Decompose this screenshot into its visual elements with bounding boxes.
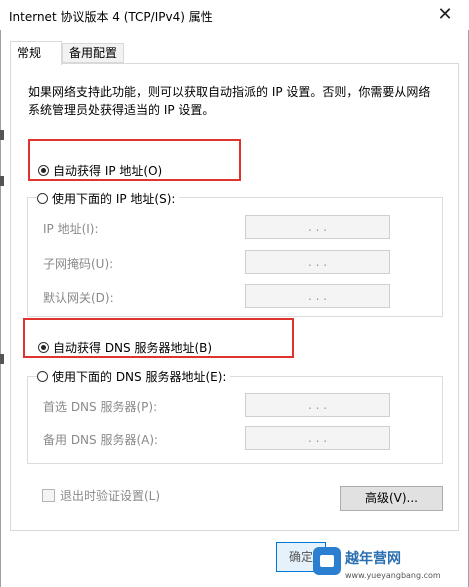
ip-address-input[interactable]: . . . [245, 215, 390, 239]
tab-alternate-config[interactable]: 备用配置 [62, 43, 124, 63]
subnet-mask-label: 子网掩码(U): [43, 257, 114, 271]
title-bar: Internet 协议版本 4 (TCP/IPv4) 属性 ✕ [0, 0, 469, 30]
default-gateway-label: 默认网关(D): [43, 291, 114, 305]
alternate-dns-input[interactable]: . . . [245, 426, 390, 450]
preferred-dns-label: 首选 DNS 服务器(P): [43, 400, 158, 414]
advanced-button[interactable]: 高级(V)... [340, 486, 443, 511]
radio-manual-dns-label: 使用下面的 DNS 服务器地址(E): [52, 370, 227, 384]
ip-address-label: IP 地址(I): [43, 222, 99, 236]
window-title: Internet 协议版本 4 (TCP/IPv4) 属性 [9, 10, 213, 24]
alternate-dns-label: 备用 DNS 服务器(A): [43, 433, 159, 447]
background-window-edge [0, 176, 4, 186]
radio-unselected-icon [37, 371, 48, 382]
default-gateway-input[interactable]: . . . [245, 284, 390, 308]
close-button[interactable]: ✕ [430, 3, 460, 27]
radio-manual-ip-label: 使用下面的 IP 地址(S): [52, 192, 176, 206]
validate-on-exit-label: 退出时验证设置(L) [60, 489, 161, 503]
background-window-edge [0, 354, 4, 364]
radio-manual-ip[interactable]: 使用下面的 IP 地址(S): [37, 190, 180, 207]
radio-unselected-icon [37, 193, 48, 204]
validate-on-exit-checkbox[interactable]: 退出时验证设置(L) [42, 487, 160, 504]
watermark-name: 越年营网 [345, 551, 401, 567]
watermark-url: www.yueyangbang.com [345, 571, 441, 580]
description-text: 如果网络支持此功能，则可以获取自动指派的 IP 设置。否则，你需要从网络系统管理… [28, 85, 431, 117]
highlight-box-dns [23, 318, 294, 358]
subnet-mask-input[interactable]: . . . [245, 250, 390, 274]
watermark-logo-icon [313, 547, 341, 575]
background-window-edge [0, 130, 4, 140]
preferred-dns-input[interactable]: . . . [245, 393, 390, 417]
highlight-box-ip [28, 139, 241, 181]
watermark: 越年营网 www.yueyangbang.com [313, 545, 463, 585]
dns-server-group [27, 376, 443, 464]
window-border-left [0, 30, 1, 587]
radio-manual-dns[interactable]: 使用下面的 DNS 服务器地址(E): [37, 368, 231, 385]
tab-general[interactable]: 常规 [10, 41, 62, 65]
checkbox-unchecked-icon [42, 489, 55, 502]
